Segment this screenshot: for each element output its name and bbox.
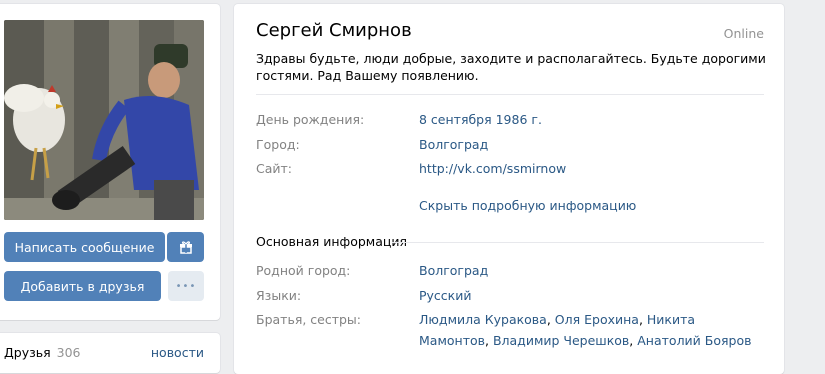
info-row-city: Город: Волгоград	[256, 137, 776, 155]
siblings-list: Людмила Куракова, Оля Ерохина, Никита Ма…	[419, 312, 752, 348]
more-actions-button[interactable]: •••	[168, 271, 204, 301]
gift-icon	[179, 241, 192, 254]
language-link[interactable]: Русский	[419, 288, 471, 303]
friends-news-link[interactable]: новости	[151, 345, 204, 360]
site-link[interactable]: http://vk.com/ssmirnow	[419, 161, 566, 176]
add-friend-label: Добавить в друзья	[20, 278, 145, 294]
sibling-link[interactable]: Владимир Черешков	[493, 333, 629, 348]
sibling-link[interactable]: Оля Ерохина	[555, 312, 639, 327]
info-label: Языки:	[256, 288, 302, 303]
hometown-link[interactable]: Волгоград	[419, 263, 488, 278]
friends-header[interactable]: Друзья 306	[4, 345, 81, 360]
profile-left-column: Написать сообщение Добавить в друзья •••	[0, 4, 220, 320]
gift-button[interactable]	[167, 232, 204, 262]
friends-count: 306	[56, 345, 81, 360]
write-message-label: Написать сообщение	[14, 239, 155, 255]
write-message-button[interactable]: Написать сообщение	[4, 232, 165, 262]
friends-block: Друзья 306 новости	[0, 333, 220, 373]
profile-name: Сергей Смирнов	[256, 20, 412, 41]
info-label: Родной город:	[256, 263, 351, 278]
sibling-link[interactable]: Людмила Куракова	[419, 312, 547, 327]
info-row-hometown: Родной город: Волгоград	[256, 263, 776, 281]
section-divider	[392, 242, 764, 243]
city-link[interactable]: Волгоград	[419, 137, 488, 152]
add-friend-button[interactable]: Добавить в друзья	[4, 271, 161, 301]
main-info-title: Основная информация	[256, 234, 408, 249]
info-label: День рождения:	[256, 112, 365, 127]
sibling-link[interactable]: Анатолий Бояров	[637, 333, 751, 348]
info-row-site: Сайт: http://vk.com/ssmirnow	[256, 161, 776, 179]
avatar-photo	[4, 20, 204, 220]
profile-avatar[interactable]	[4, 20, 204, 220]
hide-details-link[interactable]: Скрыть подробную информацию	[419, 198, 636, 213]
birthday-link[interactable]: 8 сентября 1986 г.	[419, 112, 542, 127]
info-label: Братья, сестры:	[256, 312, 362, 327]
header-divider	[256, 94, 764, 95]
profile-info-card: Сергей Смирнов Online Здравы будьте, люд…	[234, 4, 784, 374]
hide-details-row: Скрыть подробную информацию	[256, 198, 776, 216]
profile-status-text[interactable]: Здравы будьте, люди добрые, заходите и р…	[256, 50, 766, 84]
info-label: Сайт:	[256, 161, 293, 176]
info-label: Город:	[256, 137, 300, 152]
friends-title: Друзья	[4, 345, 51, 360]
more-dots-icon: •••	[175, 280, 197, 292]
online-status: Online	[723, 26, 764, 41]
info-row-languages: Языки: Русский	[256, 288, 776, 306]
info-row-birthday: День рождения: 8 сентября 1986 г.	[256, 112, 776, 130]
